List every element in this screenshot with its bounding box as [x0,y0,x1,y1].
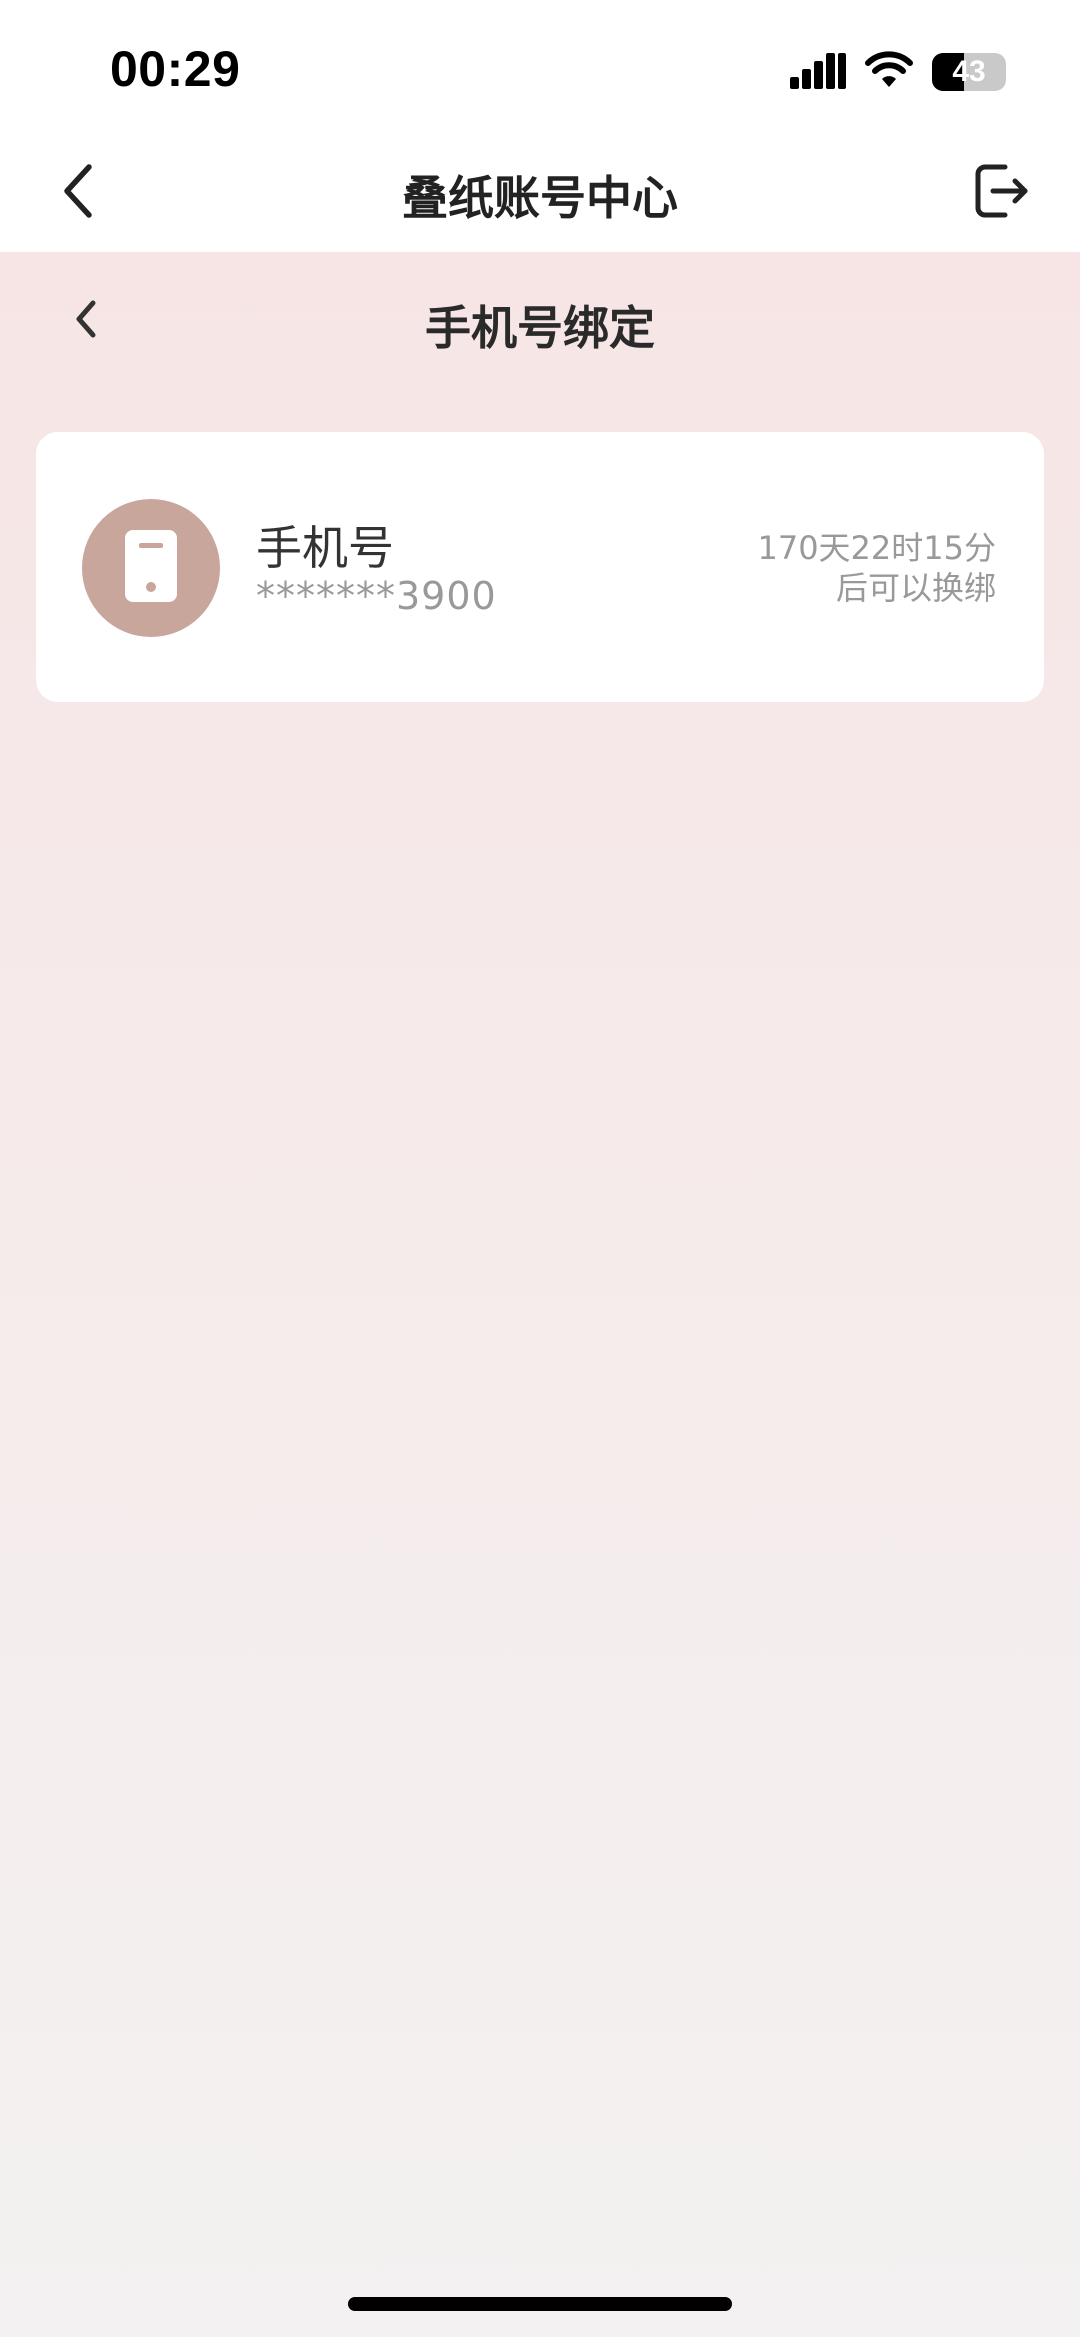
status-bar: 00:29 43 [0,0,1080,134]
logout-button[interactable] [964,156,1038,230]
status-time: 00:29 [110,41,241,97]
logout-icon [971,161,1031,225]
rebind-countdown-time: 170天22时15分 [757,529,996,567]
page-title: 叠纸账号中心 [402,171,678,225]
phone-icon [125,530,177,606]
sub-page-title: 手机号绑定 [425,301,655,355]
status-icons: 43 [790,51,1006,93]
home-indicator [348,2297,732,2311]
nav-bar: 叠纸账号中心 [0,134,1080,252]
phone-label: 手机号 [256,521,394,575]
rebind-countdown-text: 后可以换绑 [835,569,996,607]
wifi-icon [864,51,914,93]
rebind-countdown: 170天22时15分 后可以换绑 [757,528,996,608]
battery-level: 43 [952,55,986,88]
sub-header: 手机号绑定 [0,252,1080,388]
battery-icon: 43 [932,53,1006,91]
cellular-signal-icon [790,51,846,93]
main-content: 手机号绑定 手机号 *******3900 170天22时15分 后可以换绑 [0,252,1080,2337]
phone-number-masked: *******3900 [256,574,497,618]
phone-avatar [82,499,220,637]
phone-binding-card[interactable]: 手机号 *******3900 170天22时15分 后可以换绑 [36,432,1044,702]
